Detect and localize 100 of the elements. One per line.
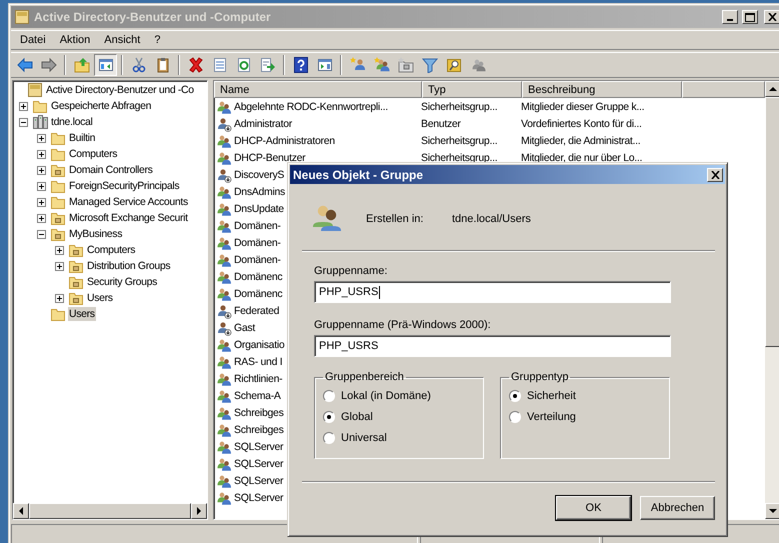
table-cell: DnsAdmins	[234, 186, 285, 198]
tree-item[interactable]: Microsoft Exchange Securit	[68, 211, 189, 225]
folder-icon	[68, 258, 84, 274]
table-cell: SQLServer	[234, 458, 284, 470]
group-icon	[216, 268, 232, 284]
group-icon	[216, 252, 232, 268]
text-field[interactable]: PHP_USRS	[314, 281, 671, 303]
group-icon	[216, 286, 232, 302]
tree-item[interactable]: ForeignSecurityPrincipals	[68, 179, 180, 193]
menu-item[interactable]: Datei	[15, 32, 55, 48]
group-box-title: Gruppenbereich	[324, 371, 405, 383]
table-cell: Mitglieder, die nur über Lo...	[521, 152, 642, 164]
radio-button[interactable]	[509, 390, 521, 402]
expand-toggle[interactable]	[36, 198, 46, 206]
column-header[interactable]: Name	[214, 81, 422, 98]
expand-toggle[interactable]	[36, 150, 46, 158]
table-cell: SQLServer	[234, 474, 284, 486]
column-header[interactable]	[682, 81, 765, 98]
arrow-up-icon[interactable]	[769, 86, 777, 92]
tree-item[interactable]: Security Groups	[86, 275, 158, 289]
radio-label[interactable]: Verteilung	[527, 410, 576, 422]
table-cell: Vordefiniertes Konto für di...	[521, 118, 642, 130]
folder-icon	[32, 98, 48, 114]
table-cell: Sicherheitsgrup...	[421, 134, 498, 146]
expand-toggle[interactable]	[54, 246, 64, 254]
horizontal-scrollbar[interactable]	[13, 503, 207, 519]
arrow-left-icon[interactable]	[18, 507, 24, 515]
create-in-label: Erstellen in:	[366, 213, 424, 225]
radio-label[interactable]: Lokal (in Domäne)	[341, 390, 431, 402]
user-icon	[216, 302, 232, 318]
console-icon	[14, 9, 30, 25]
tree-item[interactable]: Builtin	[68, 131, 96, 145]
expand-toggle[interactable]	[36, 214, 46, 222]
expand-toggle[interactable]	[36, 182, 46, 190]
group-icon	[216, 490, 232, 506]
table-cell: DnsUpdate	[234, 202, 284, 214]
table-cell: Sicherheitsgrup...	[421, 100, 498, 112]
maximize-icon[interactable]	[745, 12, 755, 22]
cancel-button[interactable]: Abbrechen	[640, 496, 715, 520]
tree-item[interactable]: Computers	[68, 147, 118, 161]
radio-button[interactable]	[323, 410, 335, 422]
group-icon	[216, 438, 232, 454]
tree-item[interactable]: Managed Service Accounts	[68, 195, 189, 209]
tree-item[interactable]: Distribution Groups	[86, 259, 172, 273]
menu-item[interactable]: Aktion	[54, 32, 100, 48]
table-cell: Sicherheitsgrup...	[421, 152, 498, 164]
folder-icon	[50, 226, 66, 242]
expand-toggle[interactable]	[36, 166, 46, 174]
expand-toggle[interactable]	[54, 294, 64, 302]
vertical-scrollbar[interactable]	[765, 81, 779, 519]
collapse-toggle[interactable]	[36, 230, 46, 238]
tree-item[interactable]: Computers	[86, 243, 136, 257]
menu-item[interactable]: Ansicht	[99, 32, 150, 48]
tree-item[interactable]: Domain Controllers	[68, 163, 154, 177]
table-cell: Schema-A	[234, 390, 281, 402]
close-icon[interactable]	[768, 13, 776, 21]
table-cell: Abgelehnte RODC-Kennwortrepli...	[234, 100, 388, 112]
close-button[interactable]	[764, 10, 779, 24]
expand-toggle[interactable]	[18, 102, 28, 110]
arrow-down-icon[interactable]	[769, 508, 777, 514]
tree-item[interactable]: Gespeicherte Abfragen	[50, 99, 152, 113]
server-icon	[32, 114, 48, 130]
radio-label[interactable]: Sicherheit	[527, 390, 576, 402]
group-icon	[216, 200, 232, 216]
close-icon[interactable]	[710, 170, 720, 178]
close-button[interactable]	[707, 168, 723, 182]
menu-item[interactable]: ?	[149, 32, 170, 48]
table-cell: Mitglieder, die Administrat...	[521, 134, 640, 146]
expand-toggle[interactable]	[54, 262, 64, 270]
expand-toggle[interactable]	[36, 134, 46, 142]
column-header[interactable]: Beschreibung	[522, 81, 682, 98]
column-header[interactable]: Typ	[422, 81, 522, 98]
tree-item[interactable]: Active Directory-Benutzer und -Co	[45, 83, 195, 97]
user-icon	[216, 166, 232, 182]
group-icon	[216, 184, 232, 200]
text-field[interactable]: PHP_USRS	[314, 335, 671, 357]
ok-button[interactable]: OK	[556, 496, 631, 520]
table-cell: DHCP-Benutzer	[234, 152, 306, 164]
group-icon	[216, 388, 232, 404]
table-cell: Mitglieder dieser Gruppe k...	[521, 100, 644, 112]
radio-label[interactable]: Universal	[341, 432, 387, 444]
table-cell: DiscoveryS	[234, 168, 284, 180]
table-cell: RAS- und I	[234, 356, 282, 368]
table-cell: Federated	[234, 304, 280, 316]
arrow-right-icon[interactable]	[196, 507, 202, 515]
group-icon	[216, 150, 232, 166]
tree-item[interactable]: Users	[86, 291, 114, 305]
minimize-button[interactable]	[722, 10, 738, 24]
maximize-button[interactable]	[742, 10, 758, 24]
tree-pane-icon[interactable]	[94, 54, 117, 76]
radio-button[interactable]	[323, 432, 335, 444]
folder-icon	[50, 130, 66, 146]
radio-label[interactable]: Global	[341, 410, 373, 422]
radio-button[interactable]	[509, 410, 521, 422]
radio-button[interactable]	[323, 390, 335, 402]
tree-item[interactable]: tdne.local	[50, 115, 94, 129]
group-icon	[216, 456, 232, 472]
collapse-toggle[interactable]	[18, 118, 28, 126]
tree-item[interactable]: MyBusiness	[68, 227, 124, 241]
tree-item[interactable]: Users	[68, 307, 96, 321]
